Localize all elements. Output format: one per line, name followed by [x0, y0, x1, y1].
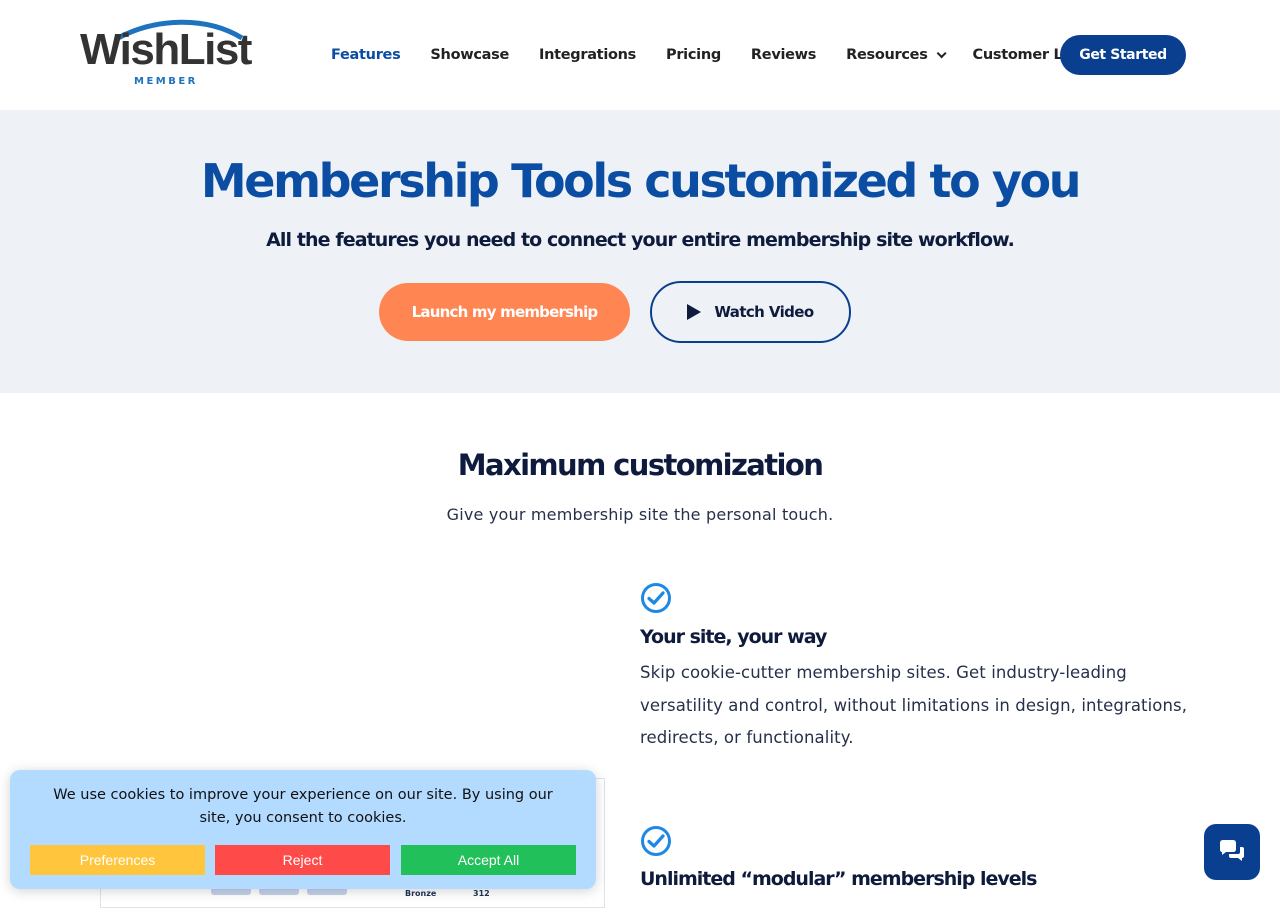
cookie-accept-button[interactable]: Accept All — [401, 845, 576, 875]
play-icon — [687, 304, 702, 320]
nav-integrations[interactable]: Integrations — [539, 47, 636, 63]
chat-button[interactable] — [1204, 824, 1260, 880]
cookie-preferences-button[interactable]: Preferences — [30, 845, 205, 875]
nav-resources-label: Resources — [846, 47, 928, 63]
chat-bubbles-icon — [1220, 840, 1244, 861]
logo-wordmark: WishList — [80, 25, 252, 74]
watch-video-button[interactable]: Watch Video — [650, 281, 851, 343]
section-subtitle: Give your membership site the personal t… — [446, 505, 834, 524]
logo-subtitle: MEMBER — [134, 76, 198, 87]
chevron-down-icon — [936, 47, 947, 58]
cookie-reject-button[interactable]: Reject — [215, 845, 390, 875]
hero-section: Membership Tools customized to you All t… — [0, 110, 1280, 393]
hero-subtitle: All the features you need to connect you… — [266, 229, 1015, 251]
section-title: Maximum customization — [457, 448, 824, 482]
nav-resources[interactable]: Resources — [846, 47, 947, 63]
nav-features[interactable]: Features — [331, 47, 401, 63]
feature-text: Skip cookie-cutter membership sites. Get… — [640, 663, 1188, 748]
nav-reviews[interactable]: Reviews — [751, 47, 816, 63]
preview-level-label: Bronze — [405, 889, 437, 898]
get-started-button[interactable]: Get Started — [1060, 35, 1186, 75]
feature-title: Unlimited “modular” membership levels — [640, 868, 1037, 890]
check-circle-icon — [641, 826, 671, 856]
feature-title: Your site, your way — [640, 626, 827, 648]
nav-showcase[interactable]: Showcase — [430, 47, 509, 63]
hero-title: Membership Tools customized to you — [200, 154, 1082, 208]
check-circle-icon — [641, 583, 671, 613]
watch-video-label: Watch Video — [714, 303, 814, 321]
launch-membership-button[interactable]: Launch my membership — [379, 283, 630, 341]
main-nav: Features Showcase Integrations Pricing R… — [316, 35, 1112, 75]
preview-count: 312 — [473, 889, 490, 898]
nav-pricing[interactable]: Pricing — [666, 47, 721, 63]
wishlist-logo[interactable]: WishList MEMBER — [80, 18, 252, 90]
cookie-banner: We use cookies to improve your experienc… — [10, 770, 596, 889]
cookie-message: We use cookies to improve your experienc… — [53, 787, 553, 826]
site-header: WishList MEMBER Features Showcase Integr… — [0, 0, 1280, 110]
